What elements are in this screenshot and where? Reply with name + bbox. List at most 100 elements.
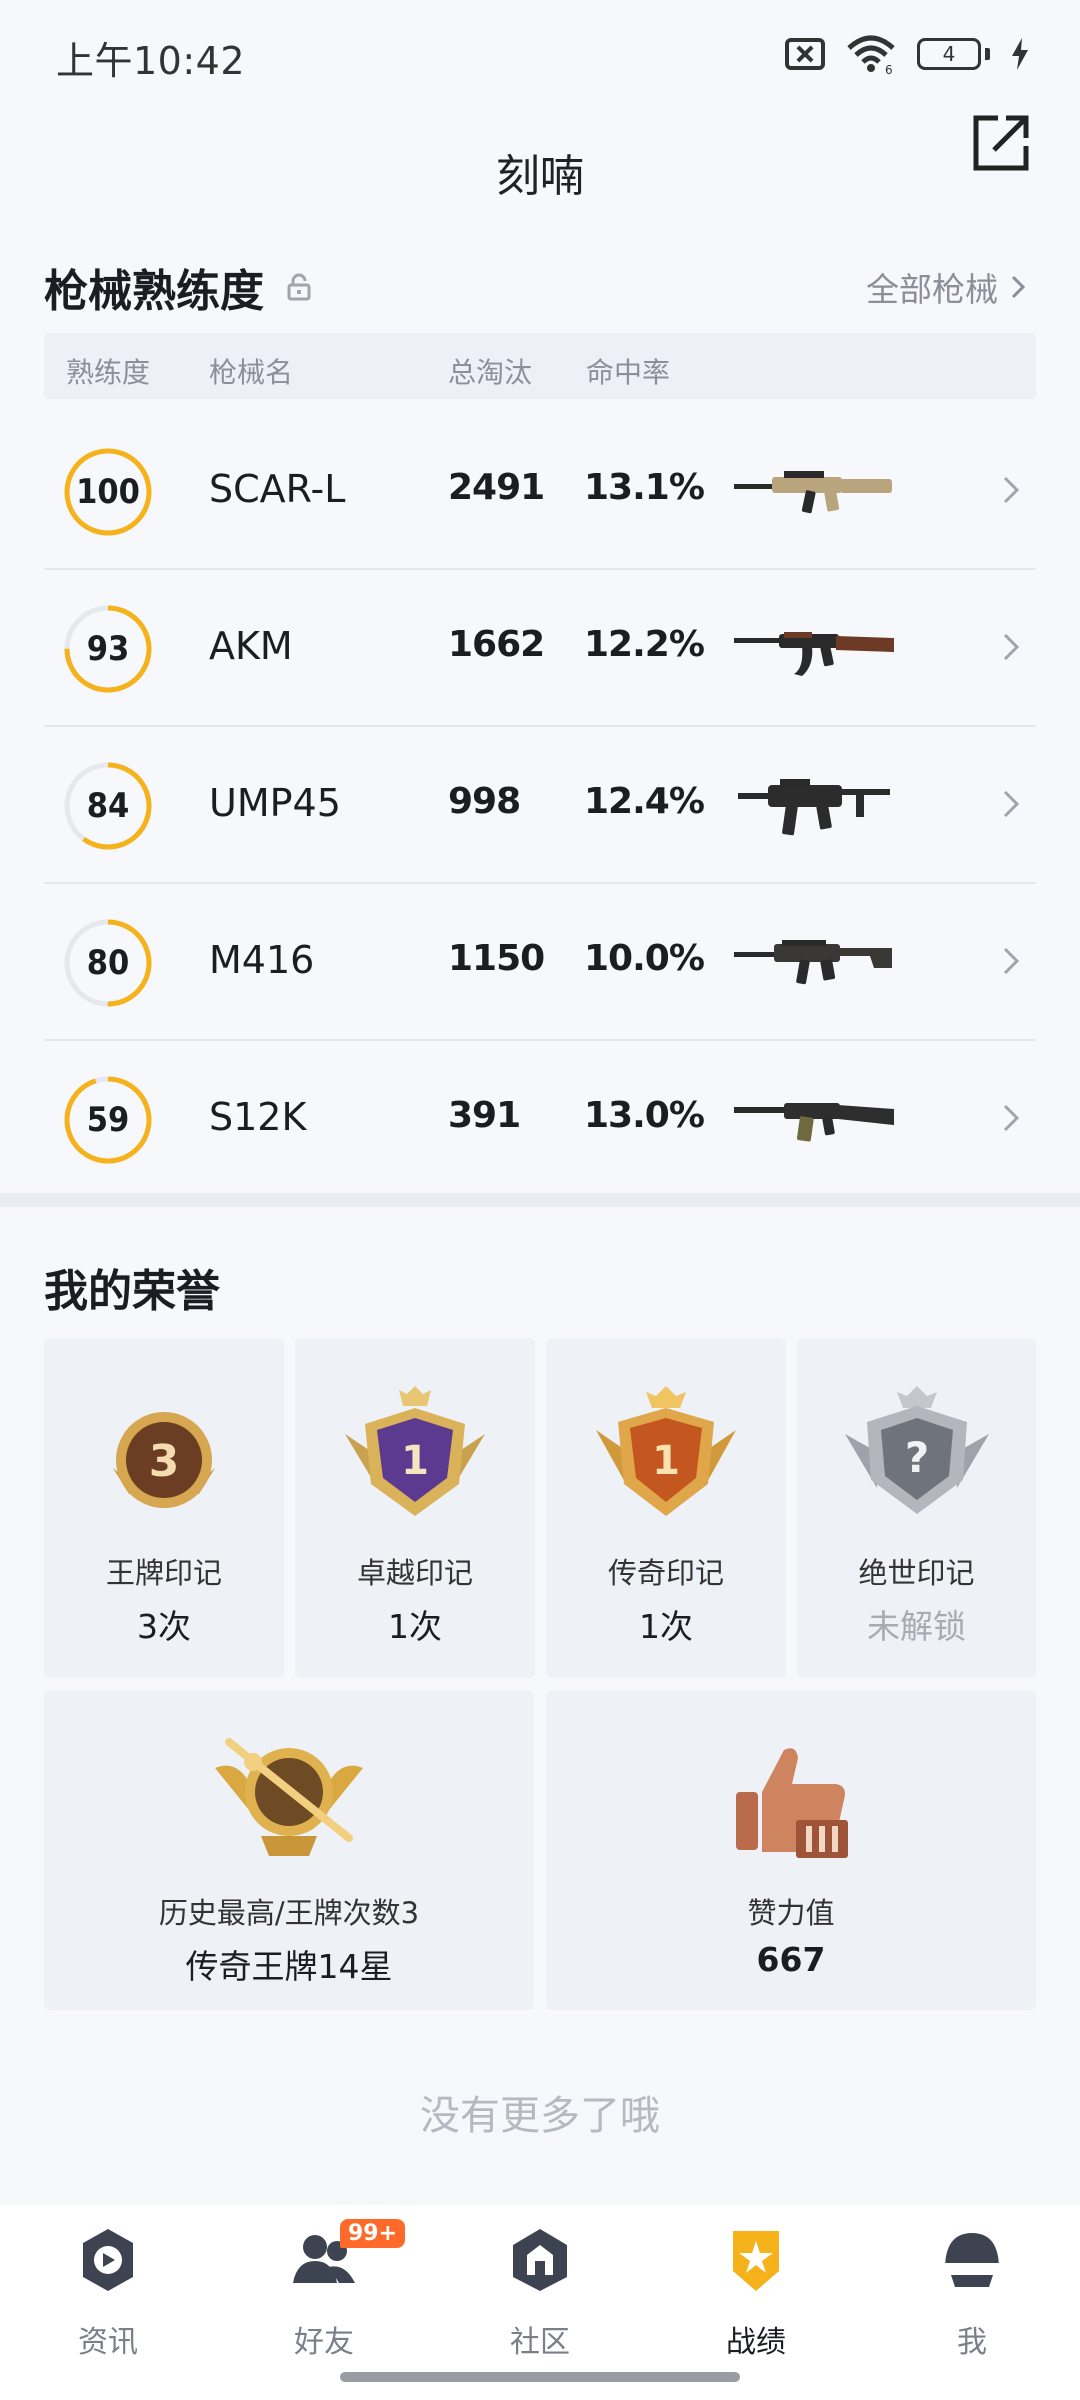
mastery-value: 100: [76, 472, 140, 512]
honor-card-excellence[interactable]: 1 卓越印记 1次: [295, 1338, 535, 1678]
gun-row[interactable]: 59 S12K 391 13.0%: [44, 1041, 1036, 1198]
mastery-value: 59: [86, 1100, 130, 1140]
honor-label: 赞力值: [747, 1896, 835, 1930]
gun-row[interactable]: 84 UMP45 998 12.4%: [44, 727, 1036, 884]
status-time: 上午10:42: [56, 39, 246, 83]
stats-icon: [733, 2231, 779, 2291]
status-icons: 6 4: [785, 34, 1030, 74]
smg-icon: [738, 779, 890, 836]
honor-card-highest-rank[interactable]: 历史最高/王牌次数3 传奇王牌14星: [44, 1690, 534, 2010]
no-sim-icon: [785, 38, 825, 70]
header: 刻喃: [0, 110, 1080, 230]
thumbs-up-icon: [736, 1748, 848, 1858]
mastery-value: 80: [86, 943, 130, 983]
chevron-right-icon: [1003, 790, 1020, 818]
honors-title: 我的荣誉: [44, 1266, 220, 1317]
chevron-right-icon: [1003, 633, 1020, 661]
ace-crown-badge-icon: [215, 1738, 363, 1856]
community-icon: [513, 2229, 567, 2291]
nav-stats[interactable]: 战绩: [676, 2225, 836, 2365]
peerless-badge-text: ?: [904, 1433, 928, 1482]
shotgun-icon: [734, 1103, 894, 1142]
status-bar: 上午10:42 6 4: [0, 0, 1080, 110]
all-weapons-label: 全部枪械: [866, 270, 998, 309]
honor-value: 1次: [639, 1607, 693, 1646]
news-icon: [83, 2229, 133, 2291]
wifi-icon: 6: [847, 35, 895, 74]
gun-name: S12K: [209, 1095, 307, 1139]
rifle-icon: [734, 471, 892, 514]
gun-name: SCAR-L: [209, 467, 346, 511]
mastery-value: 93: [86, 629, 130, 669]
gun-kills: 998: [448, 781, 521, 822]
col-accuracy: 命中率: [586, 356, 671, 389]
mastery-table-header: 熟练度 枪械名 总淘汰 命中率: [44, 333, 1036, 399]
lock-icon[interactable]: [287, 273, 311, 301]
rifle-icon: [734, 632, 894, 676]
no-more-text: 没有更多了哦: [420, 2093, 660, 2139]
excellence-badge-icon: 1: [345, 1386, 485, 1516]
mastery-value: 84: [86, 786, 130, 826]
chevron-right-icon: [1011, 275, 1026, 299]
home-indicator[interactable]: [340, 2372, 740, 2382]
bottom-nav: 资讯 99+ 好友 社区 战绩 我: [0, 2205, 1080, 2400]
nav-community[interactable]: 社区: [460, 2225, 620, 2365]
nav-label: 战绩: [726, 2325, 786, 2360]
profile-icon: [945, 2233, 999, 2287]
section-divider: [0, 1193, 1080, 1207]
nav-label: 我: [957, 2325, 987, 2360]
ace-badge-text: 3: [149, 1436, 180, 1487]
battery-level: 4: [917, 38, 981, 70]
col-kills: 总淘汰: [448, 356, 533, 389]
honor-label: 卓越印记: [356, 1556, 473, 1590]
gun-accuracy: 12.4%: [584, 781, 705, 822]
gun-accuracy: 10.0%: [584, 938, 705, 979]
gun-row[interactable]: 80 M416 1150 10.0%: [44, 884, 1036, 1041]
mastery-title: 枪械熟练度: [44, 266, 264, 317]
honor-label: 传奇印记: [607, 1556, 724, 1590]
honor-value: 3次: [137, 1607, 191, 1646]
gun-accuracy: 12.2%: [584, 624, 705, 665]
wifi-label: 6: [885, 63, 893, 74]
honor-card-likes[interactable]: 赞力值 667: [546, 1690, 1036, 2010]
honor-card-peerless[interactable]: ? 绝世印记 未解锁: [797, 1338, 1036, 1678]
honor-value: 667: [756, 1940, 826, 1979]
gun-kills: 1150: [448, 938, 545, 979]
honor-label: 历史最高/王牌次数3: [158, 1896, 420, 1930]
gun-row[interactable]: 100 SCAR-L 2491 13.1%: [44, 413, 1036, 570]
honor-card-legend[interactable]: 1 传奇印记 1次: [546, 1338, 786, 1678]
nav-profile[interactable]: 我: [892, 2225, 1052, 2365]
nav-label: 资讯: [78, 2325, 138, 2360]
all-weapons-link[interactable]: 全部枪械: [866, 263, 1026, 311]
gun-name: AKM: [209, 624, 293, 668]
gun-kills: 1662: [448, 624, 545, 665]
charging-icon: [1012, 38, 1028, 70]
gun-row[interactable]: 93 AKM 1662 12.2%: [44, 570, 1036, 727]
share-icon[interactable]: [970, 112, 1032, 174]
honor-label: 王牌印记: [105, 1556, 222, 1590]
page-title: 刻喃: [496, 151, 584, 202]
nav-label: 好友: [294, 2325, 354, 2360]
nav-friends[interactable]: 99+ 好友: [244, 2219, 406, 2365]
honor-value: 1次: [388, 1607, 442, 1646]
gun-kills: 391: [448, 1095, 521, 1136]
legend-badge-icon: 1: [596, 1386, 736, 1516]
mastery-section-header: 枪械熟练度 全部枪械: [44, 255, 1036, 317]
battery-icon: 4: [917, 38, 990, 70]
legend-badge-text: 1: [652, 1438, 680, 1484]
nav-label: 社区: [510, 2325, 570, 2360]
honor-label: 绝世印记: [858, 1556, 975, 1590]
chevron-right-icon: [1003, 476, 1020, 504]
peerless-badge-icon: ?: [844, 1386, 989, 1514]
honor-value-locked: 未解锁: [867, 1607, 966, 1646]
honor-card-ace[interactable]: 3 王牌印记 3次: [44, 1338, 284, 1678]
col-gun-name: 枪械名: [209, 356, 294, 389]
excellence-badge-text: 1: [401, 1438, 429, 1484]
col-mastery: 熟练度: [66, 356, 151, 389]
gun-accuracy: 13.1%: [584, 467, 705, 508]
notification-badge: 99+: [340, 2219, 406, 2248]
gun-name: M416: [209, 938, 315, 982]
nav-news[interactable]: 资讯: [28, 2225, 188, 2365]
chevron-right-icon: [1003, 947, 1020, 975]
gun-accuracy: 13.0%: [584, 1095, 705, 1136]
